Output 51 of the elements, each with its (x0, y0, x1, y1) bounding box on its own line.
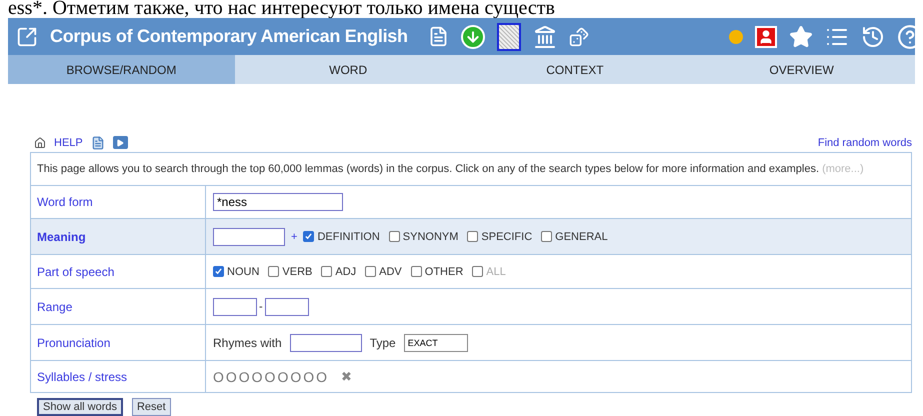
document-icon[interactable] (428, 26, 449, 47)
help-link[interactable]: HELP (54, 136, 83, 148)
plus-sign: + (291, 230, 298, 242)
checkbox[interactable]: ADJ (321, 266, 356, 278)
pdf-icon[interactable] (90, 136, 105, 150)
status-dot-icon[interactable] (729, 30, 743, 44)
external-link-icon[interactable] (16, 26, 38, 48)
reset-button[interactable]: Reset (132, 398, 171, 416)
nav-tab[interactable]: WORD (234, 55, 462, 84)
dice-icon[interactable] (568, 26, 589, 46)
syllable-marks[interactable]: OOOOOOOOO (213, 368, 330, 384)
checkbox[interactable]: DEFINITION (303, 230, 380, 242)
range-separator: - (259, 300, 263, 312)
rhymes-field[interactable] (290, 334, 362, 352)
field-label[interactable]: Range (31, 289, 206, 324)
random-words-link[interactable]: Find random words (818, 136, 912, 148)
body-text: ess*. Отметим также, что нас интересуют только имена существ (8, 0, 556, 18)
checkbox[interactable]: SYNONYM (388, 230, 458, 242)
field-label[interactable]: Syllables / stress (31, 361, 206, 392)
texture-icon[interactable] (496, 22, 521, 50)
checkbox[interactable]: OTHER (410, 266, 464, 278)
type-field[interactable]: EXACT (404, 334, 468, 352)
clear-button[interactable]: ✖ (341, 369, 352, 384)
nav-tab[interactable]: CONTEXT (462, 55, 688, 84)
checkbox[interactable]: VERB (268, 266, 312, 278)
nav-tab[interactable]: OVERVIEW (688, 55, 915, 84)
show-words-button[interactable]: Show all words (37, 398, 123, 416)
checkmark-icon (215, 268, 222, 275)
nav-tab[interactable]: BROWSE/RANDOM (8, 55, 235, 84)
range-to-field[interactable] (264, 298, 309, 316)
meaning-field[interactable] (213, 228, 285, 246)
checkbox[interactable]: NOUN (213, 266, 260, 278)
field-label[interactable]: Meaning (31, 219, 206, 254)
field-label[interactable]: Pronunciation (31, 325, 206, 360)
checkmark-icon (305, 233, 312, 240)
range-from-field[interactable] (213, 298, 257, 316)
field-label[interactable]: Part of speech (31, 255, 206, 288)
user-icon[interactable] (755, 26, 777, 48)
star-icon[interactable] (789, 24, 813, 48)
type-label: Type (370, 336, 396, 350)
rhymes-label: Rhymes with (213, 336, 282, 350)
checkbox[interactable]: ADV (365, 266, 402, 278)
download-icon[interactable] (460, 24, 485, 48)
field-label[interactable]: Word form (31, 186, 206, 218)
word-form-field[interactable]: *ness (213, 193, 343, 211)
home-icon[interactable] (34, 136, 46, 148)
checkbox[interactable]: SPECIFIC (467, 230, 532, 242)
bank-icon[interactable] (532, 24, 557, 48)
checkbox[interactable]: GENERAL (541, 230, 608, 242)
video-icon[interactable] (112, 136, 128, 149)
history-icon[interactable] (861, 24, 885, 48)
